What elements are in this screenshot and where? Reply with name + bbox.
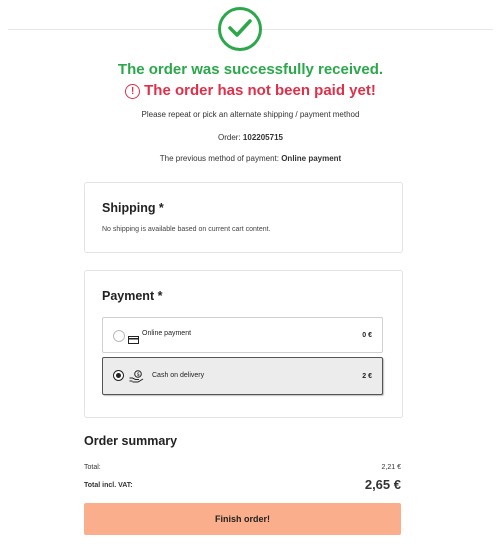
order-summary-title: Order summary xyxy=(84,434,178,448)
instruction-text: Please repeat or pick an alternate shipp… xyxy=(141,110,360,119)
warning-icon: ! xyxy=(125,84,141,99)
credit-card-icon xyxy=(128,331,139,349)
finish-order-button[interactable]: Finish order! xyxy=(84,503,401,535)
shipping-section: Shipping * No shipping is available base… xyxy=(84,182,403,253)
cash-on-delivery-label: Cash on delivery xyxy=(152,372,205,379)
order-number: 102205715 xyxy=(242,133,283,142)
total-value: 2,21 € xyxy=(381,464,401,471)
payment-section: Payment * Online payment 0 € $ Cash on d… xyxy=(84,270,403,418)
previous-method-value: Online payment xyxy=(281,154,342,163)
shipping-title: Shipping * xyxy=(102,201,164,215)
online-payment-radio[interactable] xyxy=(113,330,125,342)
payment-option-cash[interactable]: $ Cash on delivery 2 € xyxy=(102,357,383,395)
summary-total-row: Total: 2,21 € xyxy=(84,464,401,471)
summary-total-vat-row: Total incl. VAT: 2,65 € xyxy=(84,477,401,492)
total-vat-label: Total incl. VAT: xyxy=(84,482,133,489)
order-number-line: Order: 102205715 xyxy=(0,133,501,142)
success-check-icon xyxy=(218,7,262,51)
payment-title: Payment * xyxy=(102,289,163,303)
unpaid-message: The order has not been paid yet! xyxy=(144,82,376,99)
payment-option-online[interactable]: Online payment 0 € xyxy=(102,317,383,353)
unpaid-warning: ! The order has not been paid yet! xyxy=(0,82,501,99)
svg-text:$: $ xyxy=(137,372,140,378)
cash-on-delivery-price: 2 € xyxy=(362,373,372,380)
success-message: The order was successfully received. xyxy=(117,61,384,78)
online-payment-price: 0 € xyxy=(362,332,372,339)
order-label: Order: xyxy=(218,133,241,142)
previous-method-line: The previous method of payment: Online p… xyxy=(0,154,501,163)
cash-hand-icon: $ xyxy=(129,370,144,388)
previous-method-label: The previous method of payment: xyxy=(159,154,279,163)
shipping-message: No shipping is available based on curren… xyxy=(102,226,271,233)
cash-on-delivery-radio[interactable] xyxy=(113,370,124,381)
total-vat-value: 2,65 € xyxy=(364,477,401,492)
online-payment-label: Online payment xyxy=(142,330,192,337)
total-label: Total: xyxy=(84,464,101,471)
